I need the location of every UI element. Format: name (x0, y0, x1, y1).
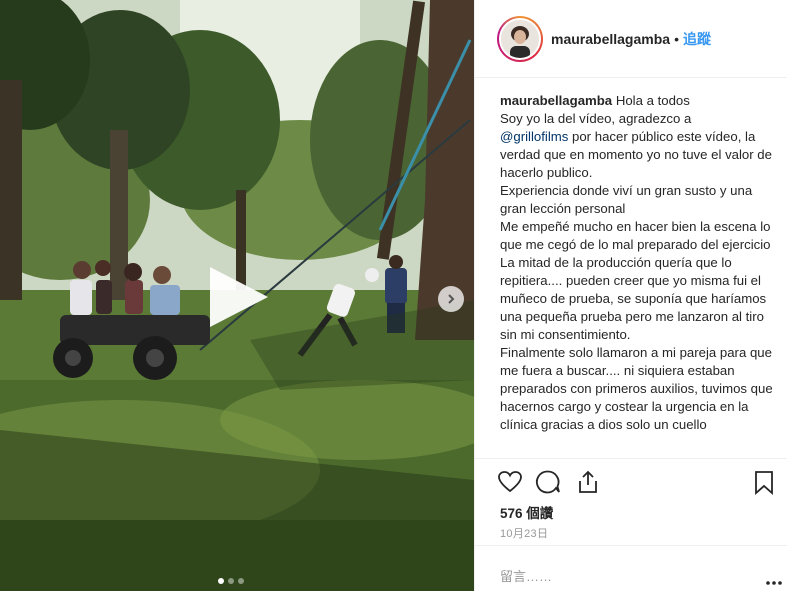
bookmark-icon[interactable] (751, 469, 777, 495)
caption-paragraph-5: Finalmente solo llamaron a mi pareja par… (500, 345, 773, 432)
caption-username[interactable]: maurabellagamba (500, 93, 612, 108)
comment-input[interactable]: 留言…… (500, 566, 552, 585)
caption-greeting: Hola a todos (615, 93, 690, 108)
share-icon[interactable] (575, 469, 601, 495)
chevron-right-icon[interactable] (438, 286, 464, 312)
caption-paragraph-4: La mitad de la producción quería que lo … (500, 255, 767, 342)
like-count[interactable]: 576 個讚 (500, 502, 553, 522)
caption-paragraph-1: Soy yo la del vídeo, agradezco a @grillof… (500, 110, 780, 182)
post-side-panel: maurabellagamba • 追蹤 maurabellagamba Hol… (474, 0, 787, 591)
carousel-dot (218, 578, 224, 584)
mention-link[interactable]: @grillofilms (500, 129, 568, 144)
video-media[interactable] (0, 0, 474, 591)
post-caption: maurabellagamba Hola a todos Soy yo la d… (500, 92, 780, 458)
carousel-indicator (218, 578, 244, 584)
post-viewer: maurabellagamba • 追蹤 maurabellagamba Hol… (0, 0, 787, 591)
more-options-icon[interactable] (766, 573, 782, 585)
follow-button[interactable]: 追蹤 (683, 29, 711, 49)
caption-paragraph-3: Me empeñé mucho en hacer bien la escena … (500, 219, 771, 252)
heart-icon[interactable] (497, 469, 523, 495)
caption-first-line: maurabellagamba Hola a todos (500, 92, 780, 110)
action-bar (475, 458, 787, 508)
comment-bar: 留言…… (475, 545, 787, 591)
caption-text: Soy yo la del vídeo, agradezco a (500, 111, 692, 126)
comment-icon[interactable] (535, 469, 561, 495)
post-header: maurabellagamba • 追蹤 (475, 0, 787, 78)
avatar[interactable] (497, 15, 543, 62)
header-separator: • (674, 30, 679, 47)
post-date[interactable]: 10月23日 (500, 525, 548, 541)
carousel-dot (238, 578, 244, 584)
header-username[interactable]: maurabellagamba (551, 31, 670, 47)
play-icon[interactable] (202, 262, 272, 332)
carousel-dot (228, 578, 234, 584)
caption-paragraph-2: Experiencia donde viví un gran susto y u… (500, 183, 753, 216)
